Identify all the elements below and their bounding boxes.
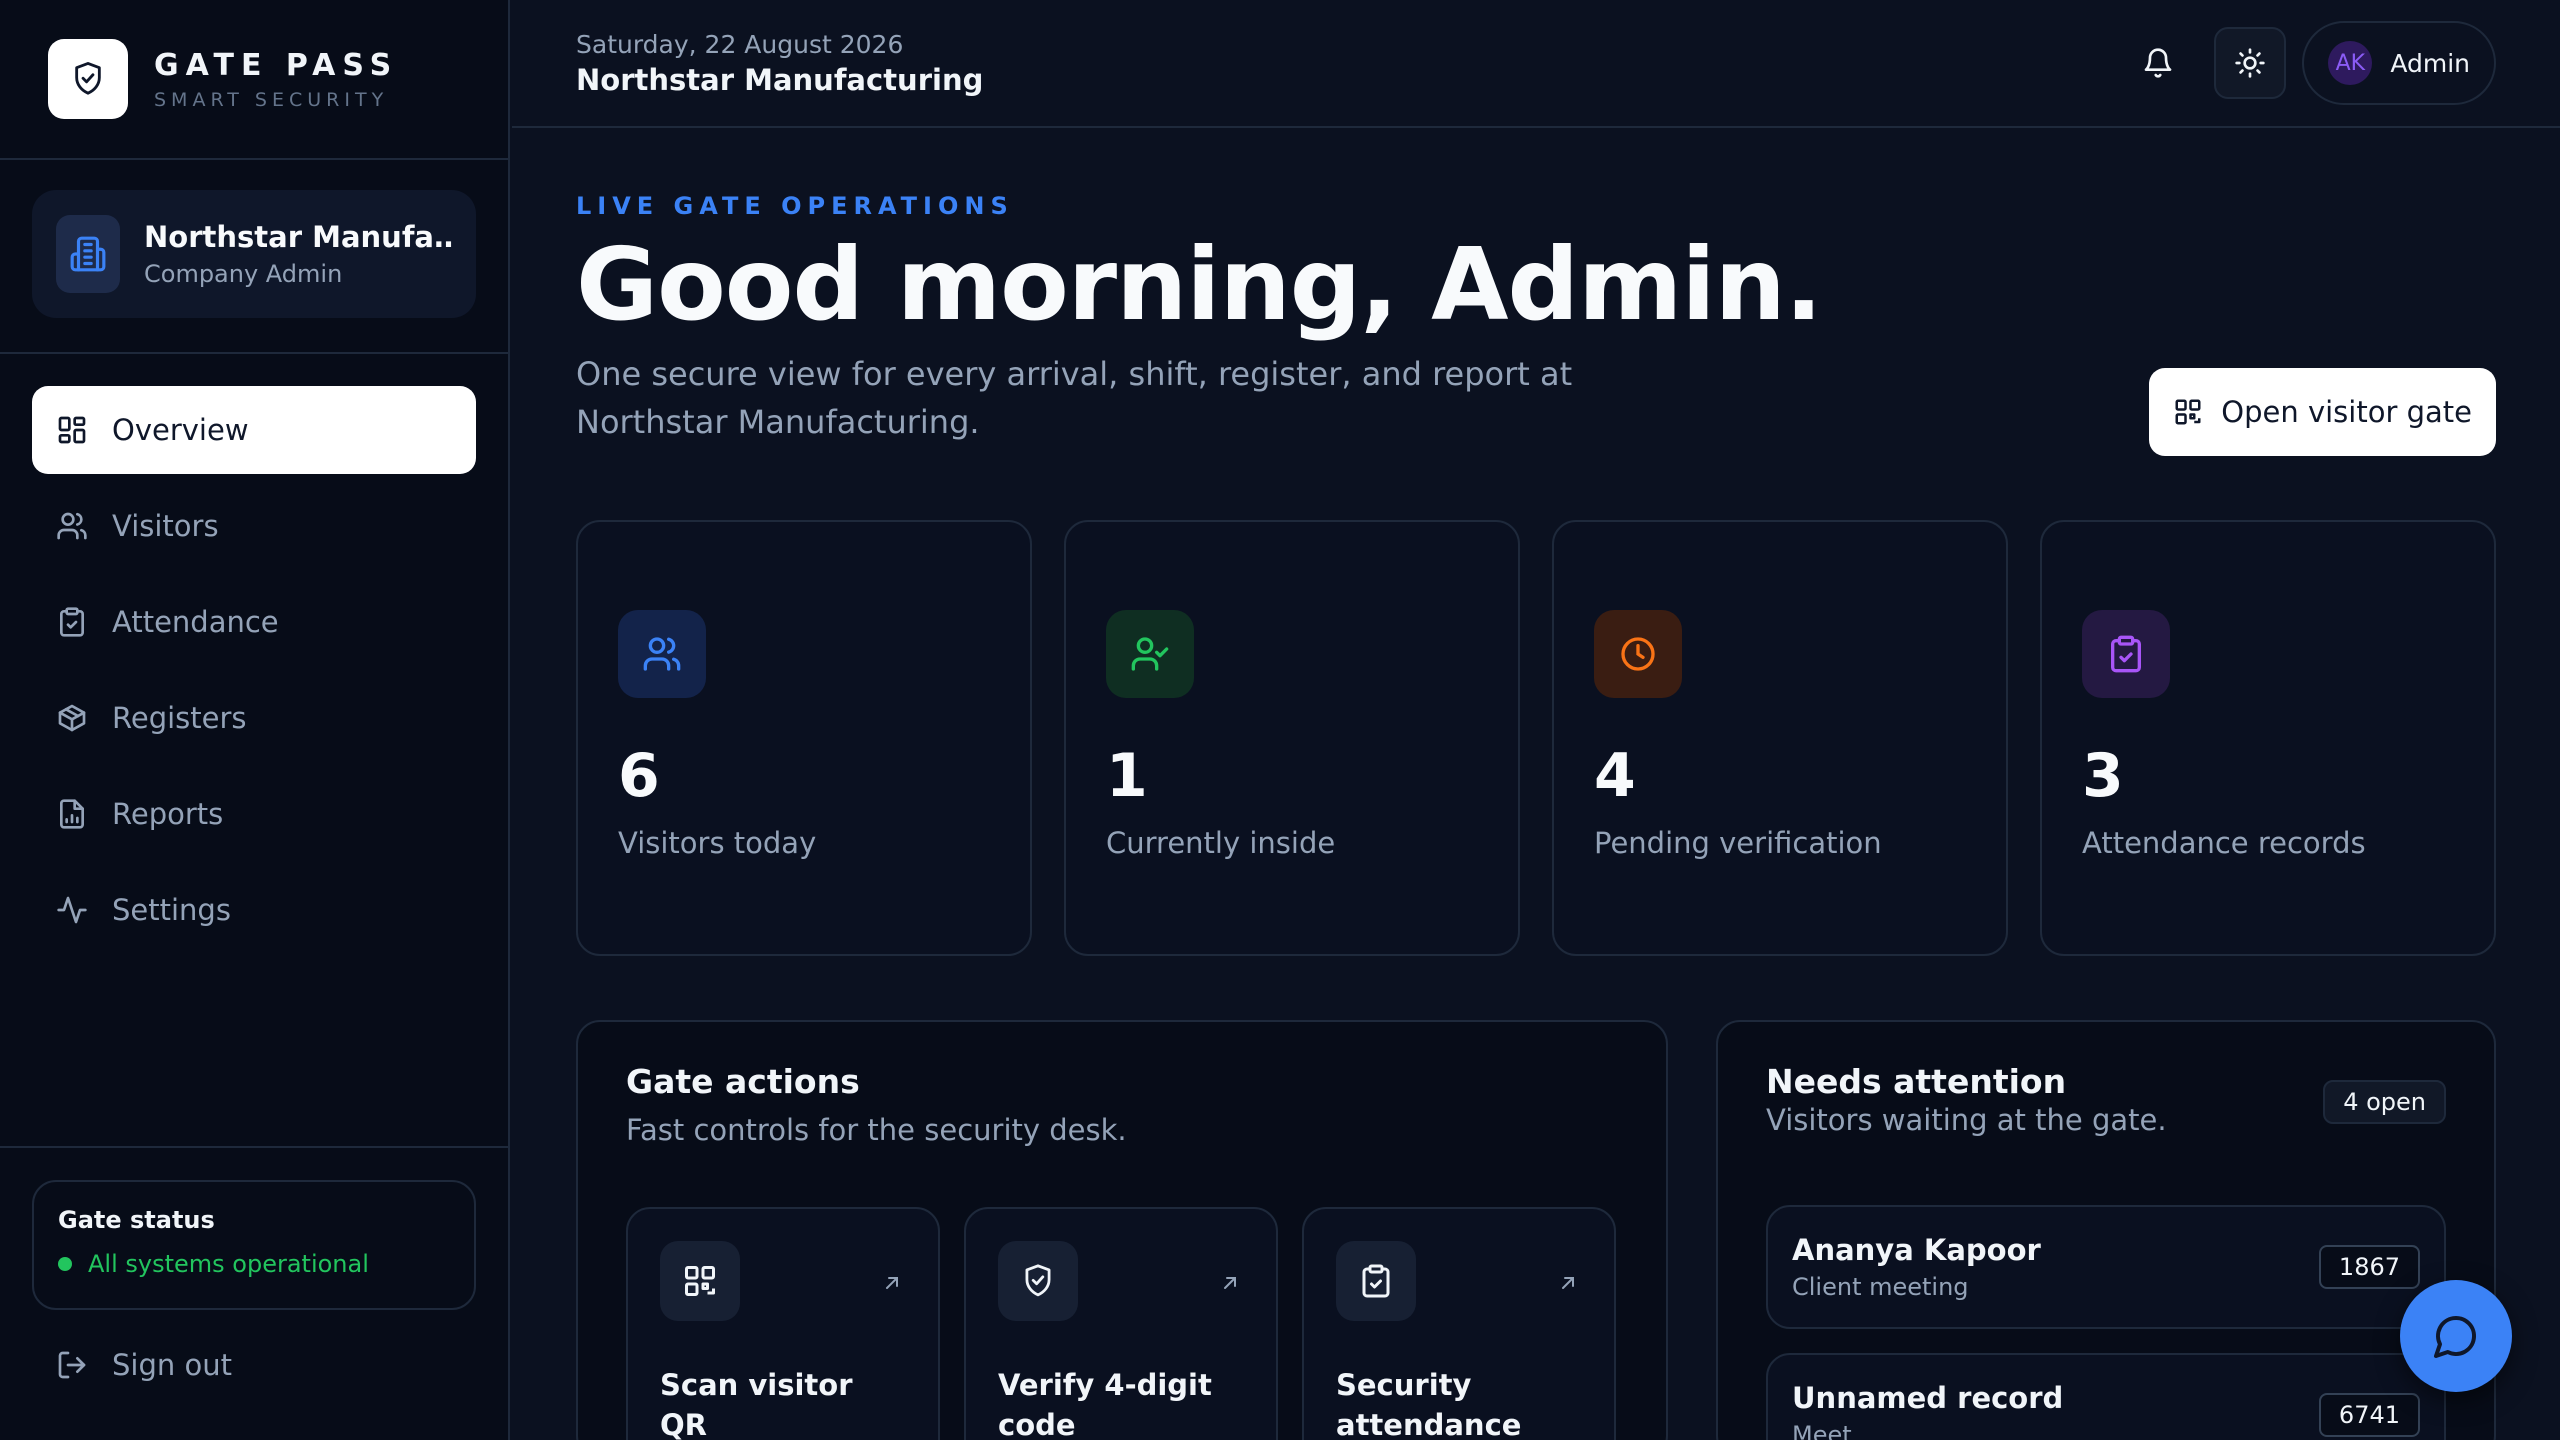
section-eyebrow: LIVE GATE OPERATIONS [576, 192, 1014, 220]
verify-code-button[interactable]: Verify 4-digit code [964, 1207, 1278, 1440]
arrow-up-right-icon [1224, 1277, 1236, 1289]
sidebar-item-label: Overview [112, 413, 249, 447]
bell-icon [2144, 48, 2172, 78]
stat-card-visitors-today[interactable]: 6 Visitors today [576, 520, 1032, 956]
page-subtitle: One secure view for every arrival, shift… [576, 355, 1573, 441]
stat-label: Visitors today [618, 826, 817, 860]
organization-role: Company Admin [144, 260, 343, 288]
verification-code: 1867 [2318, 1245, 2420, 1289]
avatar: AK [2328, 41, 2373, 85]
needs-attention-panel: Needs attention Visitors waiting at the … [1716, 1020, 2496, 1440]
theme-toggle-button[interactable] [2214, 27, 2287, 99]
grid-icon [58, 416, 86, 444]
stat-value: 4 [1594, 741, 1636, 811]
clipboard-check-icon [2082, 610, 2170, 698]
gate-status-card: Gate status All systems operational [32, 1180, 476, 1310]
sidebar-item-label: Attendance [112, 605, 279, 639]
list-item[interactable]: Ananya Kapoor Client meeting 1867 [1766, 1205, 2446, 1329]
log-out-icon [58, 1351, 86, 1379]
status-dot [58, 1257, 72, 1271]
message-circle-icon [2434, 1316, 2476, 1358]
stat-value: 6 [618, 741, 660, 811]
gate-status-title: Gate status [58, 1206, 215, 1234]
stat-label: Attendance records [2082, 826, 2366, 860]
sidebar-nav: Overview Visitors Attendance Registers R… [0, 354, 508, 954]
stat-card-currently-inside[interactable]: 1 Currently inside [1064, 520, 1520, 956]
gate-actions-panel: Gate actions Fast controls for the secur… [576, 1020, 1668, 1440]
sidebar: GATE PASS SMART SECURITY Northstar Manuf… [0, 0, 510, 1440]
organization-name: Northstar Manufacturing [144, 220, 452, 254]
visitor-name: Unnamed record [1792, 1381, 2064, 1415]
action-label: Verify 4-digit code [998, 1368, 1212, 1440]
sign-out-label: Sign out [112, 1348, 232, 1382]
main-content: LIVE GATE OPERATIONS Good morning, Admin… [576, 128, 2496, 1440]
sidebar-item-label: Visitors [112, 509, 219, 543]
scan-visitor-qr-button[interactable]: Scan visitor QR [626, 1207, 940, 1440]
qr-code-icon [660, 1241, 740, 1321]
security-attendance-button[interactable]: Security attendance [1302, 1207, 1616, 1440]
activity-icon [57, 896, 87, 924]
stat-card-attendance-records[interactable]: 3 Attendance records [2040, 520, 2496, 956]
stat-label: Currently inside [1106, 826, 1336, 860]
open-count-badge: 4 open [2323, 1080, 2446, 1124]
action-label: Security attendance [1336, 1368, 1522, 1440]
needs-attention-subtitle: Visitors waiting at the gate. [1766, 1103, 2167, 1137]
gate-status-message: All systems operational [88, 1250, 369, 1278]
gate-actions-subtitle: Fast controls for the security desk. [626, 1113, 1127, 1147]
sun-icon [2235, 48, 2265, 78]
verification-code: 6741 [2318, 1393, 2420, 1437]
users-icon [57, 512, 87, 540]
gate-actions-title: Gate actions [626, 1062, 860, 1101]
current-date: Saturday, 22 August 2026 [576, 29, 904, 59]
needs-attention-title: Needs attention [1766, 1062, 2067, 1101]
topbar-organization: Northstar Manufacturing [576, 62, 984, 97]
list-item[interactable]: Unnamed record Meet 6741 [1766, 1353, 2446, 1440]
brand-tagline: SMART SECURITY [154, 88, 389, 111]
stat-value: 3 [2082, 741, 2124, 811]
open-visitor-gate-button[interactable]: Open visitor gate [2149, 368, 2496, 456]
action-label: Scan visitor QR [660, 1368, 853, 1440]
shield-check-icon [998, 1241, 1078, 1321]
sidebar-item-overview[interactable]: Overview [32, 386, 476, 474]
organization-switcher[interactable]: Northstar Manufacturing Company Admin [32, 190, 476, 318]
report-icon [60, 799, 84, 829]
sidebar-item-settings[interactable]: Settings [32, 866, 476, 954]
users-icon [618, 610, 706, 698]
user-name: Admin [2390, 48, 2470, 78]
topbar: Saturday, 22 August 2026 Northstar Manuf… [512, 0, 2560, 128]
stats-row: 6 Visitors today 1 Currently inside 4 Pe… [576, 520, 2496, 956]
user-check-icon [1106, 610, 1194, 698]
visitor-name: Ananya Kapoor [1792, 1233, 2041, 1267]
package-icon [58, 704, 86, 732]
stat-value: 1 [1106, 741, 1148, 811]
shield-logo-icon [48, 39, 128, 119]
sidebar-item-label: Reports [112, 797, 224, 831]
brand-name: GATE PASS [154, 47, 399, 83]
user-menu-button[interactable]: AK Admin [2302, 21, 2496, 105]
building-icon [56, 215, 120, 293]
stat-card-pending-verification[interactable]: 4 Pending verification [1552, 520, 2008, 956]
stat-label: Pending verification [1594, 826, 1882, 860]
sidebar-item-label: Settings [112, 893, 231, 927]
clipboard-check-icon [60, 607, 84, 637]
clipboard-check-icon [1336, 1241, 1416, 1321]
chat-button[interactable] [2400, 1280, 2512, 1392]
sidebar-item-registers[interactable]: Registers [32, 674, 476, 762]
sidebar-item-visitors[interactable]: Visitors [32, 482, 476, 570]
brand: GATE PASS SMART SECURITY [0, 0, 508, 160]
arrow-up-right-icon [886, 1277, 898, 1289]
sign-out-button[interactable]: Sign out [32, 1348, 476, 1382]
clock-icon [1594, 610, 1682, 698]
sidebar-item-attendance[interactable]: Attendance [32, 578, 476, 666]
arrow-up-right-icon [1562, 1277, 1574, 1289]
visitor-purpose: Client meeting [1792, 1273, 1969, 1301]
qr-code-icon [2175, 399, 2201, 425]
open-visitor-gate-label: Open visitor gate [2221, 395, 2472, 429]
page-title: Good morning, Admin. [576, 226, 1823, 343]
sidebar-item-label: Registers [112, 701, 247, 735]
sidebar-item-reports[interactable]: Reports [32, 770, 476, 858]
visitor-purpose: Meet [1792, 1421, 1852, 1440]
notifications-button[interactable] [2126, 31, 2190, 95]
